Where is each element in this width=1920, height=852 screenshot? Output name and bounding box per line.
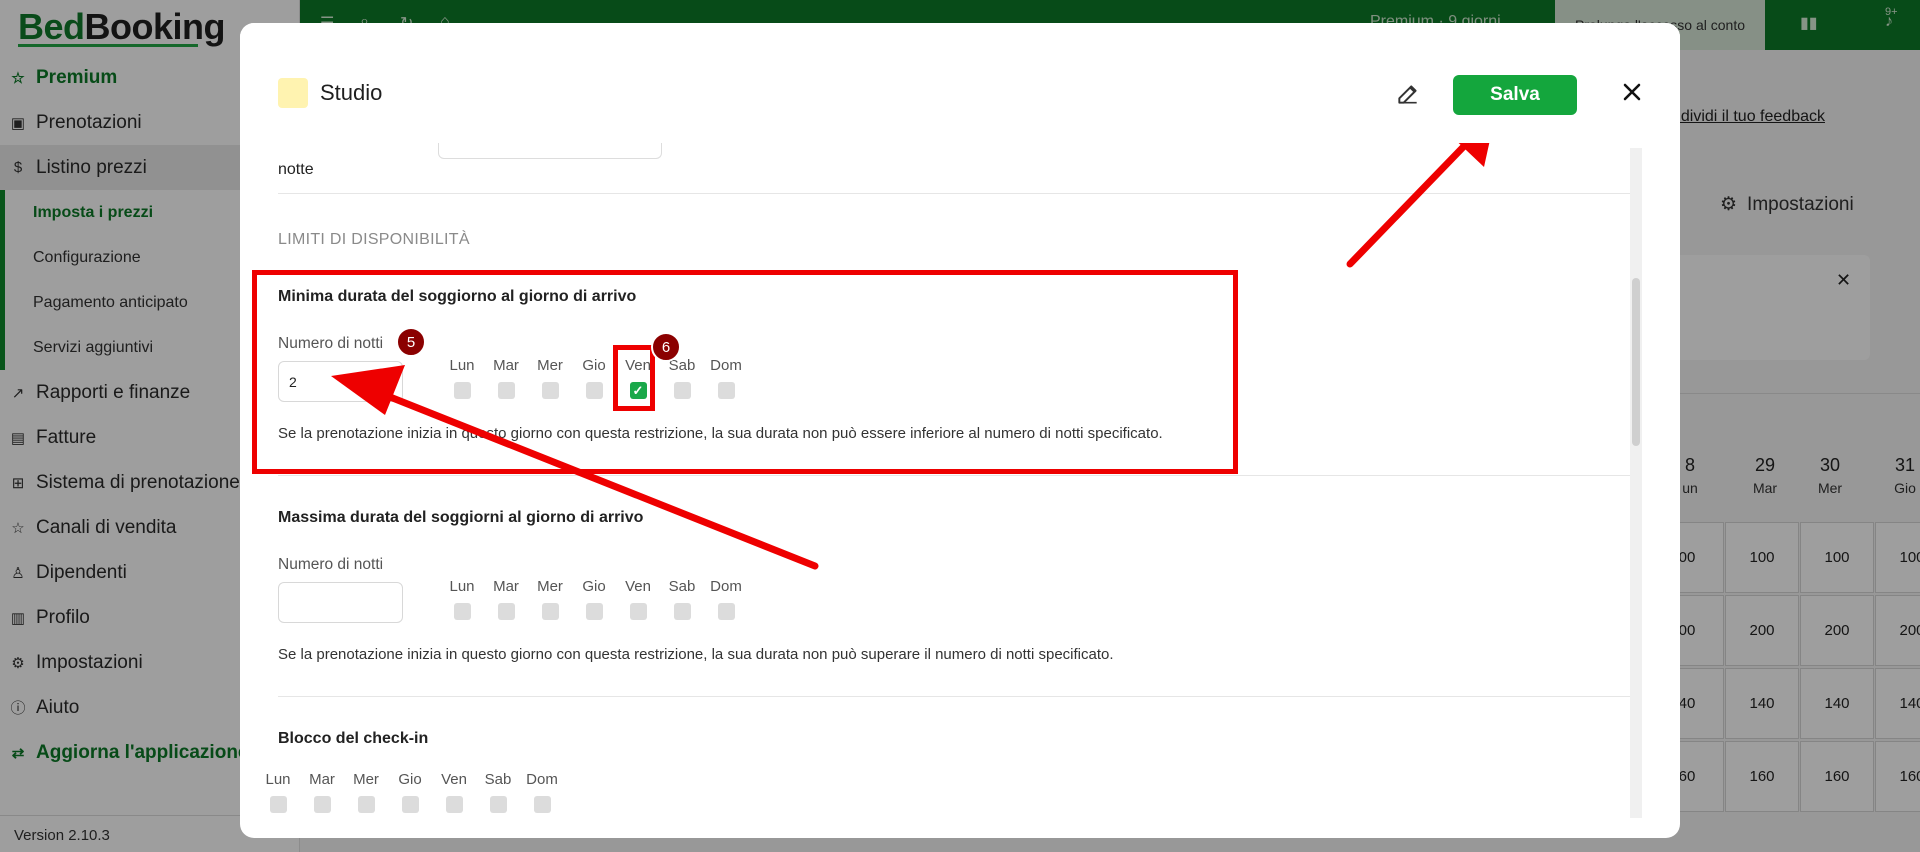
arrow-to-nights-input	[331, 365, 819, 570]
modal-title: Studio	[320, 80, 383, 105]
close-icon[interactable]	[1618, 78, 1646, 106]
modal-header: Studio Salva	[240, 23, 1680, 143]
save-button[interactable]: Salva	[1453, 75, 1577, 115]
room-color-swatch	[278, 78, 308, 108]
pencil-icon[interactable]	[1395, 81, 1421, 107]
